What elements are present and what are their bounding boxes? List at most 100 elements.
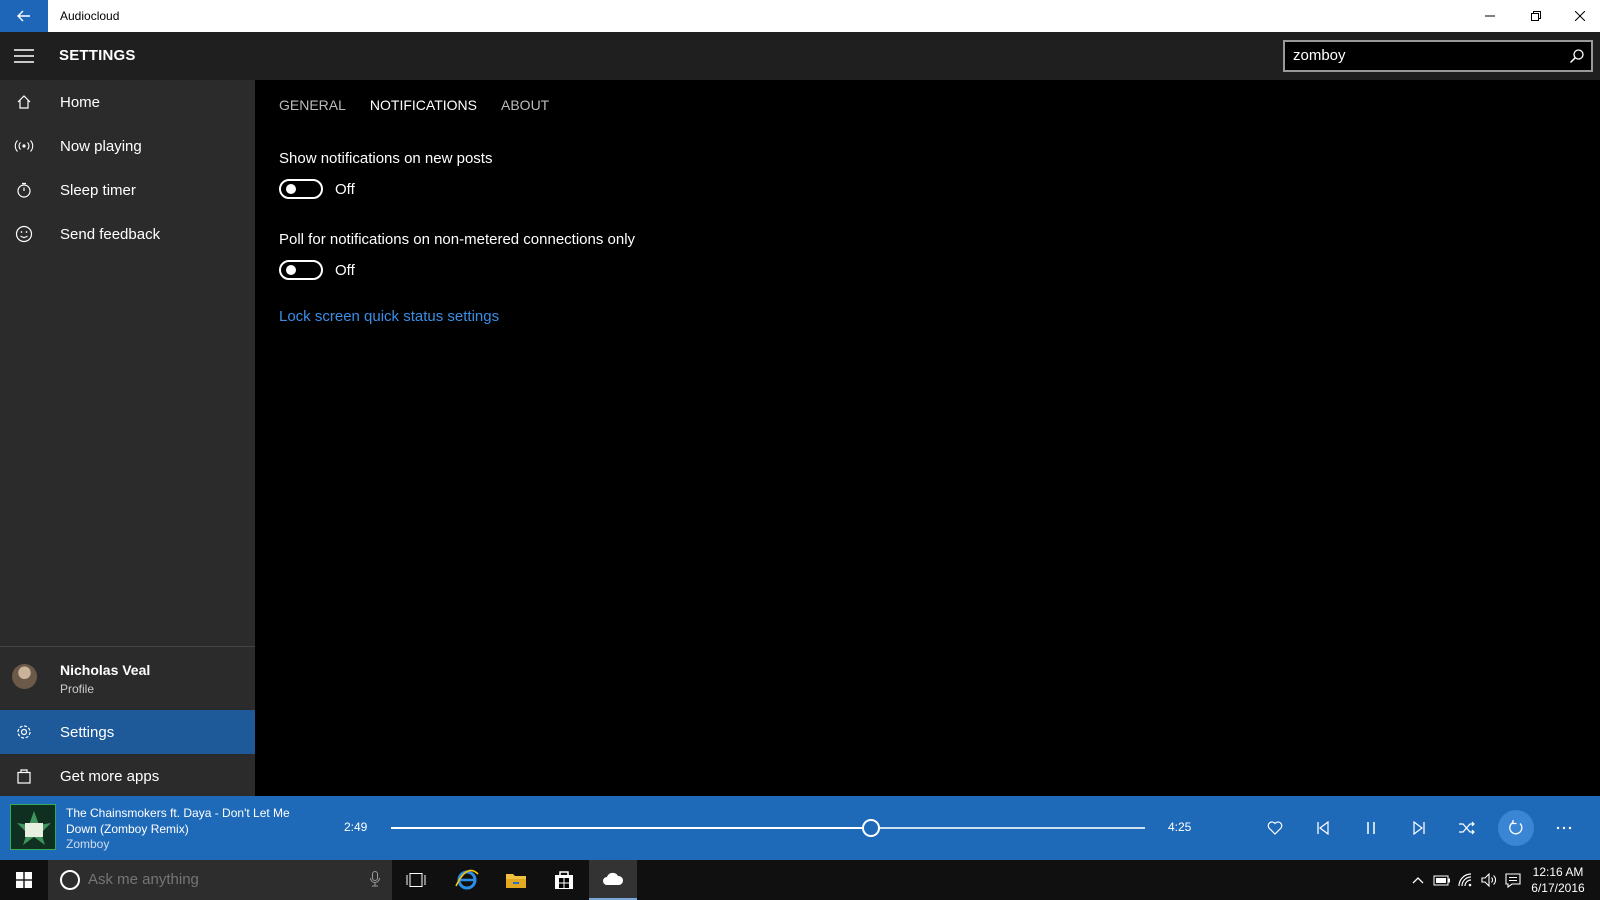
show-hidden-icons-button[interactable] <box>1408 872 1428 888</box>
avatar <box>12 664 37 689</box>
close-icon <box>1574 11 1585 21</box>
heart-icon <box>1267 821 1283 835</box>
file-explorer-button[interactable] <box>492 860 540 900</box>
setting-label-new-posts: Show notifications on new posts <box>279 150 493 167</box>
sidebar-item-label: Now playing <box>60 137 142 155</box>
tab-about[interactable]: ABOUT <box>501 97 549 117</box>
sidebar-item-settings[interactable]: Settings <box>0 710 255 754</box>
stopwatch-icon <box>0 168 48 212</box>
sidebar-item-label: Get more apps <box>60 767 160 785</box>
store-button[interactable] <box>540 860 588 900</box>
start-button[interactable] <box>0 860 48 900</box>
taskbar-clock[interactable]: 12:16 AM 6/17/2016 <box>1527 864 1589 896</box>
chevron-up-icon <box>1412 877 1424 884</box>
toggle-new-posts[interactable] <box>279 179 323 199</box>
search-icon[interactable] <box>1569 48 1585 64</box>
minimize-icon <box>1485 15 1495 17</box>
toggle-non-metered[interactable] <box>279 260 323 280</box>
skip-next-icon <box>1413 821 1425 835</box>
sidebar: Home Now playing Sleep timer Send feedba… <box>0 80 255 796</box>
profile-name: Nicholas Veal <box>60 662 151 678</box>
back-arrow-icon <box>17 10 30 22</box>
folder-icon <box>506 874 526 888</box>
internet-explorer-button[interactable] <box>443 860 491 900</box>
title-bar: Audiocloud <box>0 0 1600 32</box>
cloud-icon <box>603 872 624 885</box>
sidebar-divider <box>0 646 255 647</box>
profile-item[interactable]: Nicholas Veal Profile <box>0 650 255 706</box>
settings-tabs: GENERAL NOTIFICATIONS ABOUT <box>279 97 573 117</box>
shuffle-icon <box>1459 821 1475 835</box>
cortana-icon <box>60 870 80 890</box>
search-box[interactable] <box>1283 40 1593 72</box>
clock-time: 12:16 AM <box>1532 865 1584 879</box>
seek-bar-fill <box>391 827 872 829</box>
app-header: SETTINGS <box>0 32 1600 80</box>
track-artist[interactable]: Zomboy <box>66 837 109 851</box>
action-center-button[interactable] <box>1503 872 1523 888</box>
minimize-button[interactable] <box>1467 0 1513 32</box>
battery-icon <box>1433 875 1450 886</box>
sidebar-item-home[interactable]: Home <box>0 80 255 124</box>
app-title: Audiocloud <box>60 9 120 23</box>
tab-notifications[interactable]: NOTIFICATIONS <box>370 97 477 117</box>
task-view-icon <box>406 873 426 887</box>
restore-button[interactable] <box>1513 0 1559 32</box>
cortana-search-input[interactable] <box>88 860 358 900</box>
previous-button[interactable] <box>1305 810 1341 846</box>
audiocloud-taskbar-button[interactable] <box>589 860 637 900</box>
home-icon <box>0 80 48 124</box>
album-art[interactable] <box>10 804 56 850</box>
lock-screen-settings-link[interactable]: Lock screen quick status settings <box>279 308 499 325</box>
repeat-button[interactable] <box>1498 810 1534 846</box>
shopping-bag-icon <box>0 754 48 798</box>
search-input[interactable] <box>1293 42 1553 70</box>
microphone-icon[interactable] <box>370 871 380 887</box>
sidebar-item-sleep-timer[interactable]: Sleep timer <box>0 168 255 212</box>
shuffle-button[interactable] <box>1449 810 1485 846</box>
album-art-image <box>11 805 55 849</box>
task-view-button[interactable] <box>392 860 440 900</box>
back-button[interactable] <box>0 0 48 32</box>
close-button[interactable] <box>1559 0 1600 32</box>
hamburger-menu-button[interactable] <box>0 32 48 80</box>
volume-button[interactable] <box>1479 872 1499 888</box>
windows-logo-icon <box>16 872 32 888</box>
sidebar-item-label: Home <box>60 93 101 111</box>
sidebar-item-label: Send feedback <box>60 225 161 243</box>
tab-general[interactable]: GENERAL <box>279 97 346 117</box>
network-button[interactable] <box>1456 872 1476 888</box>
wifi-icon <box>1458 873 1472 887</box>
speaker-icon <box>1481 873 1496 887</box>
toggle-state-new-posts: Off <box>335 181 355 198</box>
more-icon <box>1556 826 1572 830</box>
broadcast-icon <box>0 124 48 168</box>
smiley-icon <box>0 212 48 256</box>
track-title: The Chainsmokers ft. Daya - Don't Let Me… <box>66 806 290 836</box>
pause-button[interactable] <box>1353 810 1389 846</box>
restore-icon <box>1531 11 1541 21</box>
seek-thumb[interactable] <box>862 819 881 837</box>
profile-subtitle: Profile <box>60 682 95 696</box>
repeat-icon <box>1509 820 1523 835</box>
skip-previous-icon <box>1317 821 1329 835</box>
toggle-state-non-metered: Off <box>335 262 355 279</box>
next-button[interactable] <box>1401 810 1437 846</box>
notification-icon <box>1505 872 1521 888</box>
battery-button[interactable] <box>1432 872 1452 888</box>
sidebar-item-send-feedback[interactable]: Send feedback <box>0 212 255 256</box>
pause-icon <box>1367 822 1375 834</box>
total-time: 4:25 <box>1168 820 1192 834</box>
favorite-button[interactable] <box>1257 810 1293 846</box>
cortana-search-box[interactable] <box>48 860 392 900</box>
sidebar-item-label: Settings <box>60 723 115 741</box>
current-time: 2:49 <box>344 820 368 834</box>
clock-date: 6/17/2016 <box>1531 881 1585 895</box>
store-bag-icon <box>555 871 573 889</box>
sidebar-item-get-more-apps[interactable]: Get more apps <box>0 754 255 798</box>
sidebar-item-now-playing[interactable]: Now playing <box>0 124 255 168</box>
setting-label-non-metered: Poll for notifications on non-metered co… <box>279 231 636 248</box>
gear-icon <box>0 710 48 754</box>
seek-bar[interactable] <box>391 819 1145 837</box>
more-options-button[interactable] <box>1546 810 1582 846</box>
